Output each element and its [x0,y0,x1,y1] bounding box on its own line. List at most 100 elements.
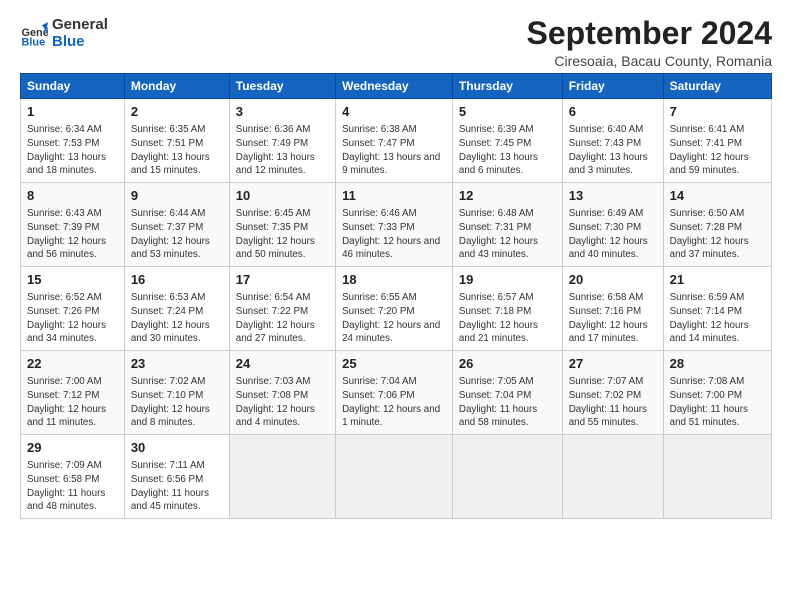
column-header-saturday: Saturday [663,74,771,99]
day-number: 19 [459,271,556,289]
calendar-cell: 22 Sunrise: 7:00 AM Sunset: 7:12 PM Dayli… [21,351,125,435]
day-number: 16 [131,271,223,289]
day-number: 14 [670,187,765,205]
calendar-body: 1 Sunrise: 6:34 AM Sunset: 7:53 PM Daylig… [21,99,772,519]
day-info: Sunrise: 7:03 AM Sunset: 7:08 PM Dayligh… [236,375,329,430]
day-number: 9 [131,187,223,205]
day-info: Sunrise: 7:08 AM Sunset: 7:00 PM Dayligh… [670,375,765,430]
calendar-cell [229,435,335,519]
calendar-cell: 2 Sunrise: 6:35 AM Sunset: 7:51 PM Daylig… [124,99,229,183]
day-info: Sunrise: 6:50 AM Sunset: 7:28 PM Dayligh… [670,207,765,262]
day-info: Sunrise: 6:43 AM Sunset: 7:39 PM Dayligh… [27,207,118,262]
column-header-wednesday: Wednesday [336,74,453,99]
day-number: 4 [342,103,446,121]
calendar-cell: 24Sunrise: 7:03 AM Sunset: 7:08 PM Dayli… [229,351,335,435]
column-header-sunday: Sunday [21,74,125,99]
day-number: 20 [569,271,657,289]
day-number: 13 [569,187,657,205]
day-number: 27 [569,355,657,373]
week-row: 29 Sunrise: 7:09 AM Sunset: 6:58 PM Dayli… [21,435,772,519]
calendar-cell: 29 Sunrise: 7:09 AM Sunset: 6:58 PM Dayli… [21,435,125,519]
calendar-table: SundayMondayTuesdayWednesdayThursdayFrid… [20,73,772,519]
logo-icon: General Blue [20,19,48,47]
day-info: Sunrise: 6:35 AM Sunset: 7:51 PM Dayligh… [131,123,223,178]
day-info: Sunrise: 7:11 AM Sunset: 6:56 PM Dayligh… [131,459,223,514]
day-info: Sunrise: 6:54 AM Sunset: 7:22 PM Dayligh… [236,291,329,346]
day-info: Sunrise: 7:09 AM Sunset: 6:58 PM Dayligh… [27,459,118,514]
calendar-cell: 26 Sunrise: 7:05 AM Sunset: 7:04 PM Dayli… [452,351,562,435]
header: General Blue General Blue September 2024… [20,16,772,69]
day-info: Sunrise: 6:55 AM Sunset: 7:20 PM Dayligh… [342,291,446,346]
logo: General Blue General Blue [20,16,108,51]
calendar-cell: 1 Sunrise: 6:34 AM Sunset: 7:53 PM Daylig… [21,99,125,183]
day-number: 3 [236,103,329,121]
day-info: Sunrise: 6:53 AM Sunset: 7:24 PM Dayligh… [131,291,223,346]
day-number: 10 [236,187,329,205]
day-number: 29 [27,439,118,457]
day-info: Sunrise: 6:45 AM Sunset: 7:35 PM Dayligh… [236,207,329,262]
calendar-cell: 8 Sunrise: 6:43 AM Sunset: 7:39 PM Daylig… [21,183,125,267]
day-number: 7 [670,103,765,121]
column-header-friday: Friday [562,74,663,99]
day-info: Sunrise: 7:05 AM Sunset: 7:04 PM Dayligh… [459,375,556,430]
calendar-cell: 14 Sunrise: 6:50 AM Sunset: 7:28 PM Dayli… [663,183,771,267]
calendar-cell: 19 Sunrise: 6:57 AM Sunset: 7:18 PM Dayli… [452,267,562,351]
day-info: Sunrise: 7:02 AM Sunset: 7:10 PM Dayligh… [131,375,223,430]
day-number: 2 [131,103,223,121]
day-number: 8 [27,187,118,205]
day-number: 1 [27,103,118,121]
day-number: 28 [670,355,765,373]
day-number: 15 [27,271,118,289]
subtitle: Ciresoaia, Bacau County, Romania [527,53,772,69]
day-info: Sunrise: 6:40 AM Sunset: 7:43 PM Dayligh… [569,123,657,178]
day-number: 26 [459,355,556,373]
week-row: 1 Sunrise: 6:34 AM Sunset: 7:53 PM Daylig… [21,99,772,183]
day-number: 17 [236,271,329,289]
calendar-header: SundayMondayTuesdayWednesdayThursdayFrid… [21,74,772,99]
calendar-cell: 27 Sunrise: 7:07 AM Sunset: 7:02 PM Dayli… [562,351,663,435]
day-number: 18 [342,271,446,289]
title-block: September 2024 Ciresoaia, Bacau County, … [527,16,772,69]
day-info: Sunrise: 6:48 AM Sunset: 7:31 PM Dayligh… [459,207,556,262]
calendar-cell: 4 Sunrise: 6:38 AM Sunset: 7:47 PM Daylig… [336,99,453,183]
calendar-cell: 15 Sunrise: 6:52 AM Sunset: 7:26 PM Dayli… [21,267,125,351]
calendar-cell [663,435,771,519]
day-info: Sunrise: 6:58 AM Sunset: 7:16 PM Dayligh… [569,291,657,346]
day-info: Sunrise: 6:52 AM Sunset: 7:26 PM Dayligh… [27,291,118,346]
day-info: Sunrise: 6:49 AM Sunset: 7:30 PM Dayligh… [569,207,657,262]
calendar-cell: 10 Sunrise: 6:45 AM Sunset: 7:35 PM Dayli… [229,183,335,267]
calendar-cell: 30 Sunrise: 7:11 AM Sunset: 6:56 PM Dayli… [124,435,229,519]
day-number: 22 [27,355,118,373]
calendar-cell: 25Sunrise: 7:04 AM Sunset: 7:06 PM Dayli… [336,351,453,435]
day-info: Sunrise: 6:34 AM Sunset: 7:53 PM Dayligh… [27,123,118,178]
day-info: Sunrise: 6:38 AM Sunset: 7:47 PM Dayligh… [342,123,446,178]
calendar-cell: 28 Sunrise: 7:08 AM Sunset: 7:00 PM Dayli… [663,351,771,435]
day-info: Sunrise: 6:36 AM Sunset: 7:49 PM Dayligh… [236,123,329,178]
calendar-cell: 12Sunrise: 6:48 AM Sunset: 7:31 PM Dayli… [452,183,562,267]
day-info: Sunrise: 6:57 AM Sunset: 7:18 PM Dayligh… [459,291,556,346]
calendar-cell [562,435,663,519]
day-number: 6 [569,103,657,121]
calendar-cell: 11Sunrise: 6:46 AM Sunset: 7:33 PM Dayli… [336,183,453,267]
day-number: 23 [131,355,223,373]
calendar-cell: 3 Sunrise: 6:36 AM Sunset: 7:49 PM Daylig… [229,99,335,183]
calendar-cell: 13 Sunrise: 6:49 AM Sunset: 7:30 PM Dayli… [562,183,663,267]
calendar-cell: 6 Sunrise: 6:40 AM Sunset: 7:43 PM Daylig… [562,99,663,183]
calendar-cell: 7Sunrise: 6:41 AM Sunset: 7:41 PM Daylig… [663,99,771,183]
svg-text:Blue: Blue [22,37,46,48]
day-info: Sunrise: 7:07 AM Sunset: 7:02 PM Dayligh… [569,375,657,430]
day-info: Sunrise: 7:00 AM Sunset: 7:12 PM Dayligh… [27,375,118,430]
calendar-cell [336,435,453,519]
day-info: Sunrise: 6:39 AM Sunset: 7:45 PM Dayligh… [459,123,556,178]
week-row: 22 Sunrise: 7:00 AM Sunset: 7:12 PM Dayli… [21,351,772,435]
main-title: September 2024 [527,16,772,51]
day-number: 30 [131,439,223,457]
day-info: Sunrise: 6:44 AM Sunset: 7:37 PM Dayligh… [131,207,223,262]
calendar-cell: 23 Sunrise: 7:02 AM Sunset: 7:10 PM Dayli… [124,351,229,435]
calendar-cell: 18 Sunrise: 6:55 AM Sunset: 7:20 PM Dayli… [336,267,453,351]
calendar-cell: 16 Sunrise: 6:53 AM Sunset: 7:24 PM Dayli… [124,267,229,351]
logo-text: General Blue [52,16,108,51]
calendar-cell: 5Sunrise: 6:39 AM Sunset: 7:45 PM Daylig… [452,99,562,183]
week-row: 8 Sunrise: 6:43 AM Sunset: 7:39 PM Daylig… [21,183,772,267]
calendar-cell [452,435,562,519]
